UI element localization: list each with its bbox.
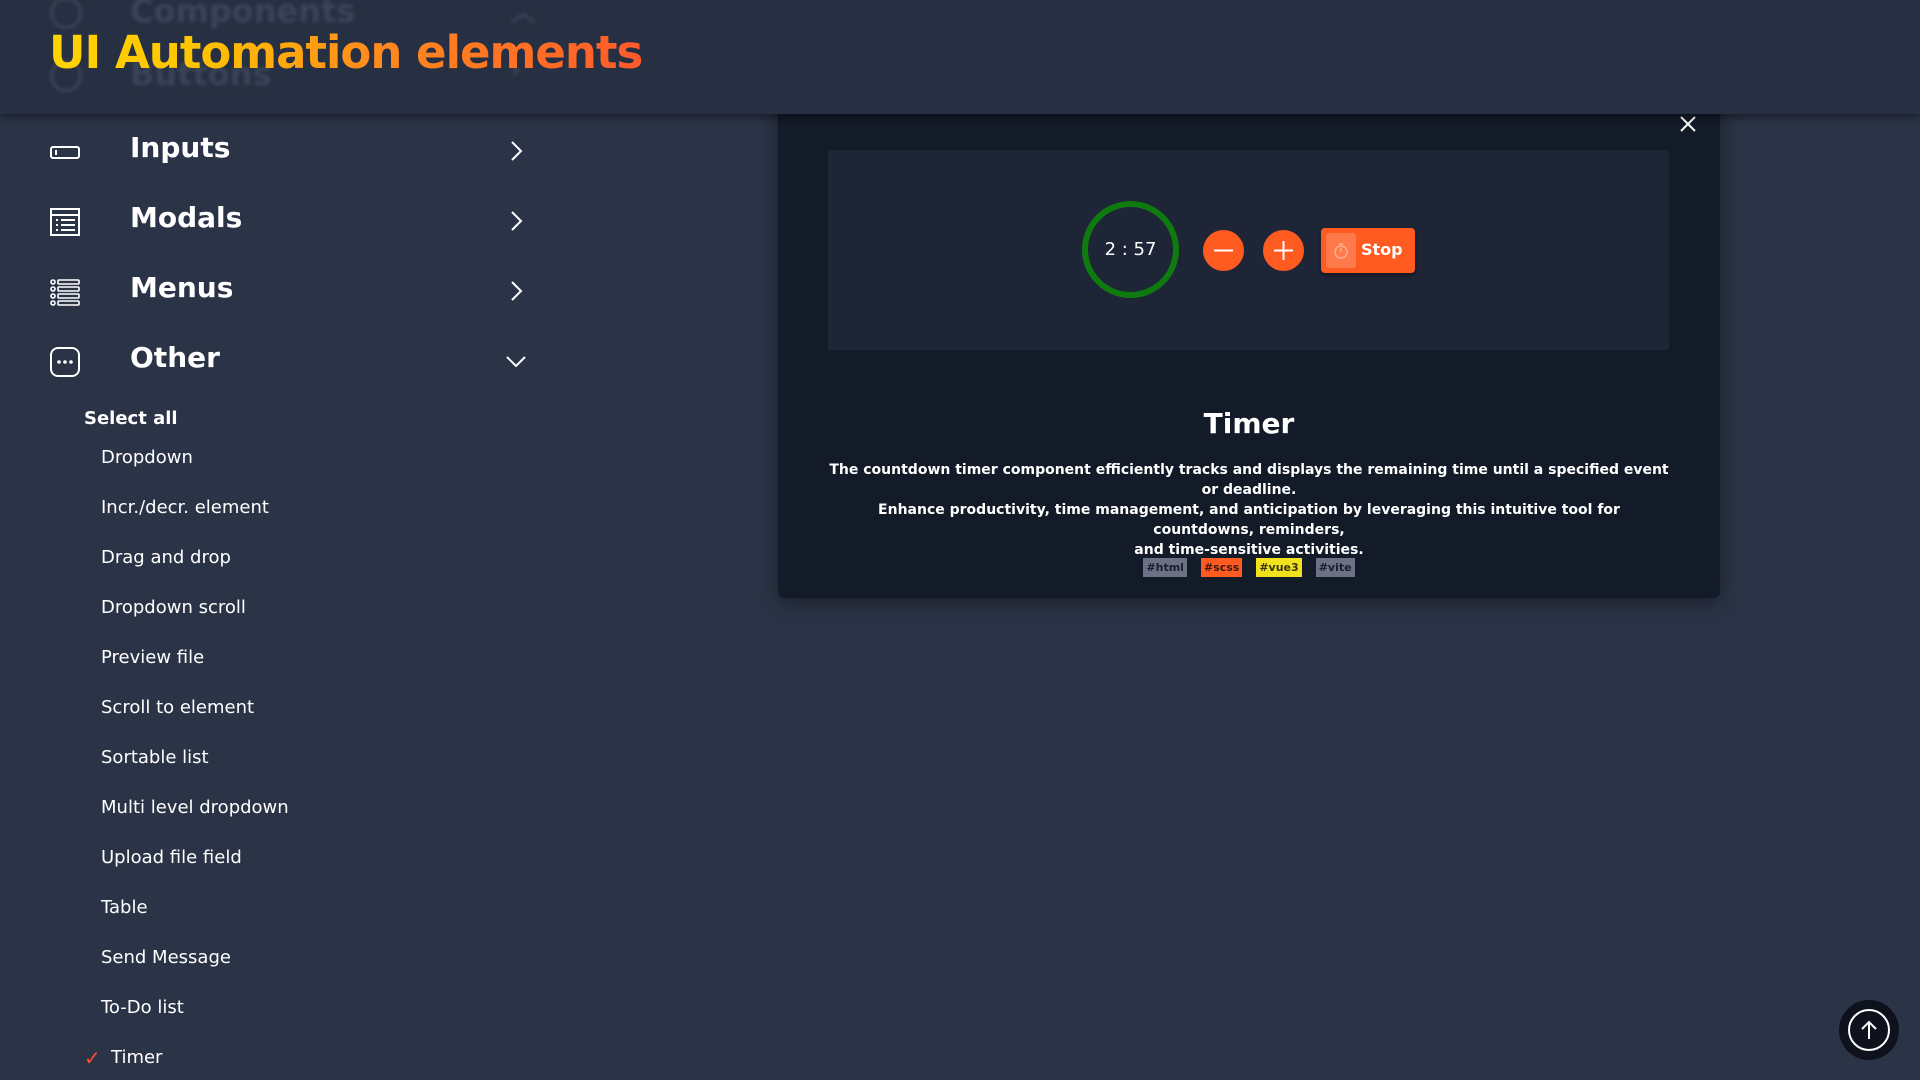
sidebar-category-other[interactable]: Other <box>0 331 560 391</box>
sidebar-item-drag-drop[interactable]: Drag and drop <box>101 547 231 568</box>
chevron-right-icon <box>511 281 523 301</box>
sidebar-category-menus[interactable]: Menus <box>0 261 560 321</box>
sidebar-category-inputs[interactable]: Inputs <box>0 121 560 181</box>
minus-icon <box>1214 249 1233 252</box>
select-all-link[interactable]: Select all <box>84 408 178 429</box>
site-logo[interactable]: UI Automation elements <box>49 26 643 79</box>
sidebar-item-todo-list[interactable]: To-Do list <box>101 997 184 1018</box>
check-mark-icon: ✓ <box>84 1046 101 1070</box>
sidebar-item-send-message[interactable]: Send Message <box>101 947 231 968</box>
component-preview-card: 2 : 57 Stop Timer The countdown timer co… <box>778 91 1720 598</box>
tag-html: #html <box>1143 558 1187 577</box>
sidebar-item-preview-file[interactable]: Preview file <box>101 647 204 668</box>
component-title: Timer <box>1203 407 1295 440</box>
arrow-up-icon <box>1861 1020 1877 1039</box>
sidebar-item-multi-level-dropdown[interactable]: Multi level dropdown <box>101 797 289 818</box>
chevron-right-icon <box>511 141 523 161</box>
modal-list-icon <box>50 208 80 236</box>
sidebar-item-sortable-list[interactable]: Sortable list <box>101 747 209 768</box>
increase-time-button[interactable] <box>1263 230 1304 271</box>
component-description: The countdown timer component efficientl… <box>829 462 1669 558</box>
tag-scss: #scss <box>1200 558 1243 577</box>
sidebar-item-scroll-to-element[interactable]: Scroll to element <box>101 697 254 718</box>
sidebar-category-label: Menus <box>130 271 234 304</box>
timer-demo-area: 2 : 57 Stop <box>828 150 1669 350</box>
sidebar-item-timer[interactable]: Timer <box>111 1047 162 1068</box>
sidebar-category-label: Other <box>130 341 220 374</box>
sidebar: Inputs Modals Menus Other Select all Dro… <box>0 114 560 1080</box>
sidebar-item-incr-decr[interactable]: Incr./decr. element <box>101 497 269 518</box>
sidebar-category-modals[interactable]: Modals <box>0 191 560 251</box>
stop-timer-button[interactable]: Stop <box>1321 228 1415 273</box>
timer-display: 2 : 57 <box>1082 201 1179 298</box>
stop-button-label: Stop <box>1361 240 1403 259</box>
sidebar-item-table[interactable]: Table <box>101 897 148 918</box>
chevron-right-icon <box>511 211 523 231</box>
chevron-down-icon <box>506 356 526 368</box>
input-field-icon <box>50 146 80 159</box>
scroll-to-top-button[interactable] <box>1839 1000 1899 1060</box>
sidebar-item-dropdown-scroll[interactable]: Dropdown scroll <box>101 597 246 618</box>
tag-vue3: #vue3 <box>1256 558 1302 577</box>
tag-vite: #vite <box>1315 558 1355 577</box>
sidebar-item-dropdown[interactable]: Dropdown <box>101 447 193 468</box>
menu-list-icon <box>50 279 80 306</box>
decrease-time-button[interactable] <box>1203 230 1244 271</box>
close-icon[interactable] <box>1674 110 1702 138</box>
plus-icon <box>1274 241 1293 260</box>
sidebar-item-upload-file-field[interactable]: Upload file field <box>101 847 242 868</box>
stopwatch-icon <box>1326 233 1356 268</box>
tech-tags: #html #scss #vue3 #vite <box>778 558 1720 577</box>
top-header: Components ︿ Buttons › UI Automation ele… <box>0 0 1920 114</box>
sidebar-category-label: Modals <box>130 201 243 234</box>
more-dots-icon <box>50 347 80 377</box>
sidebar-category-label: Inputs <box>130 131 231 164</box>
